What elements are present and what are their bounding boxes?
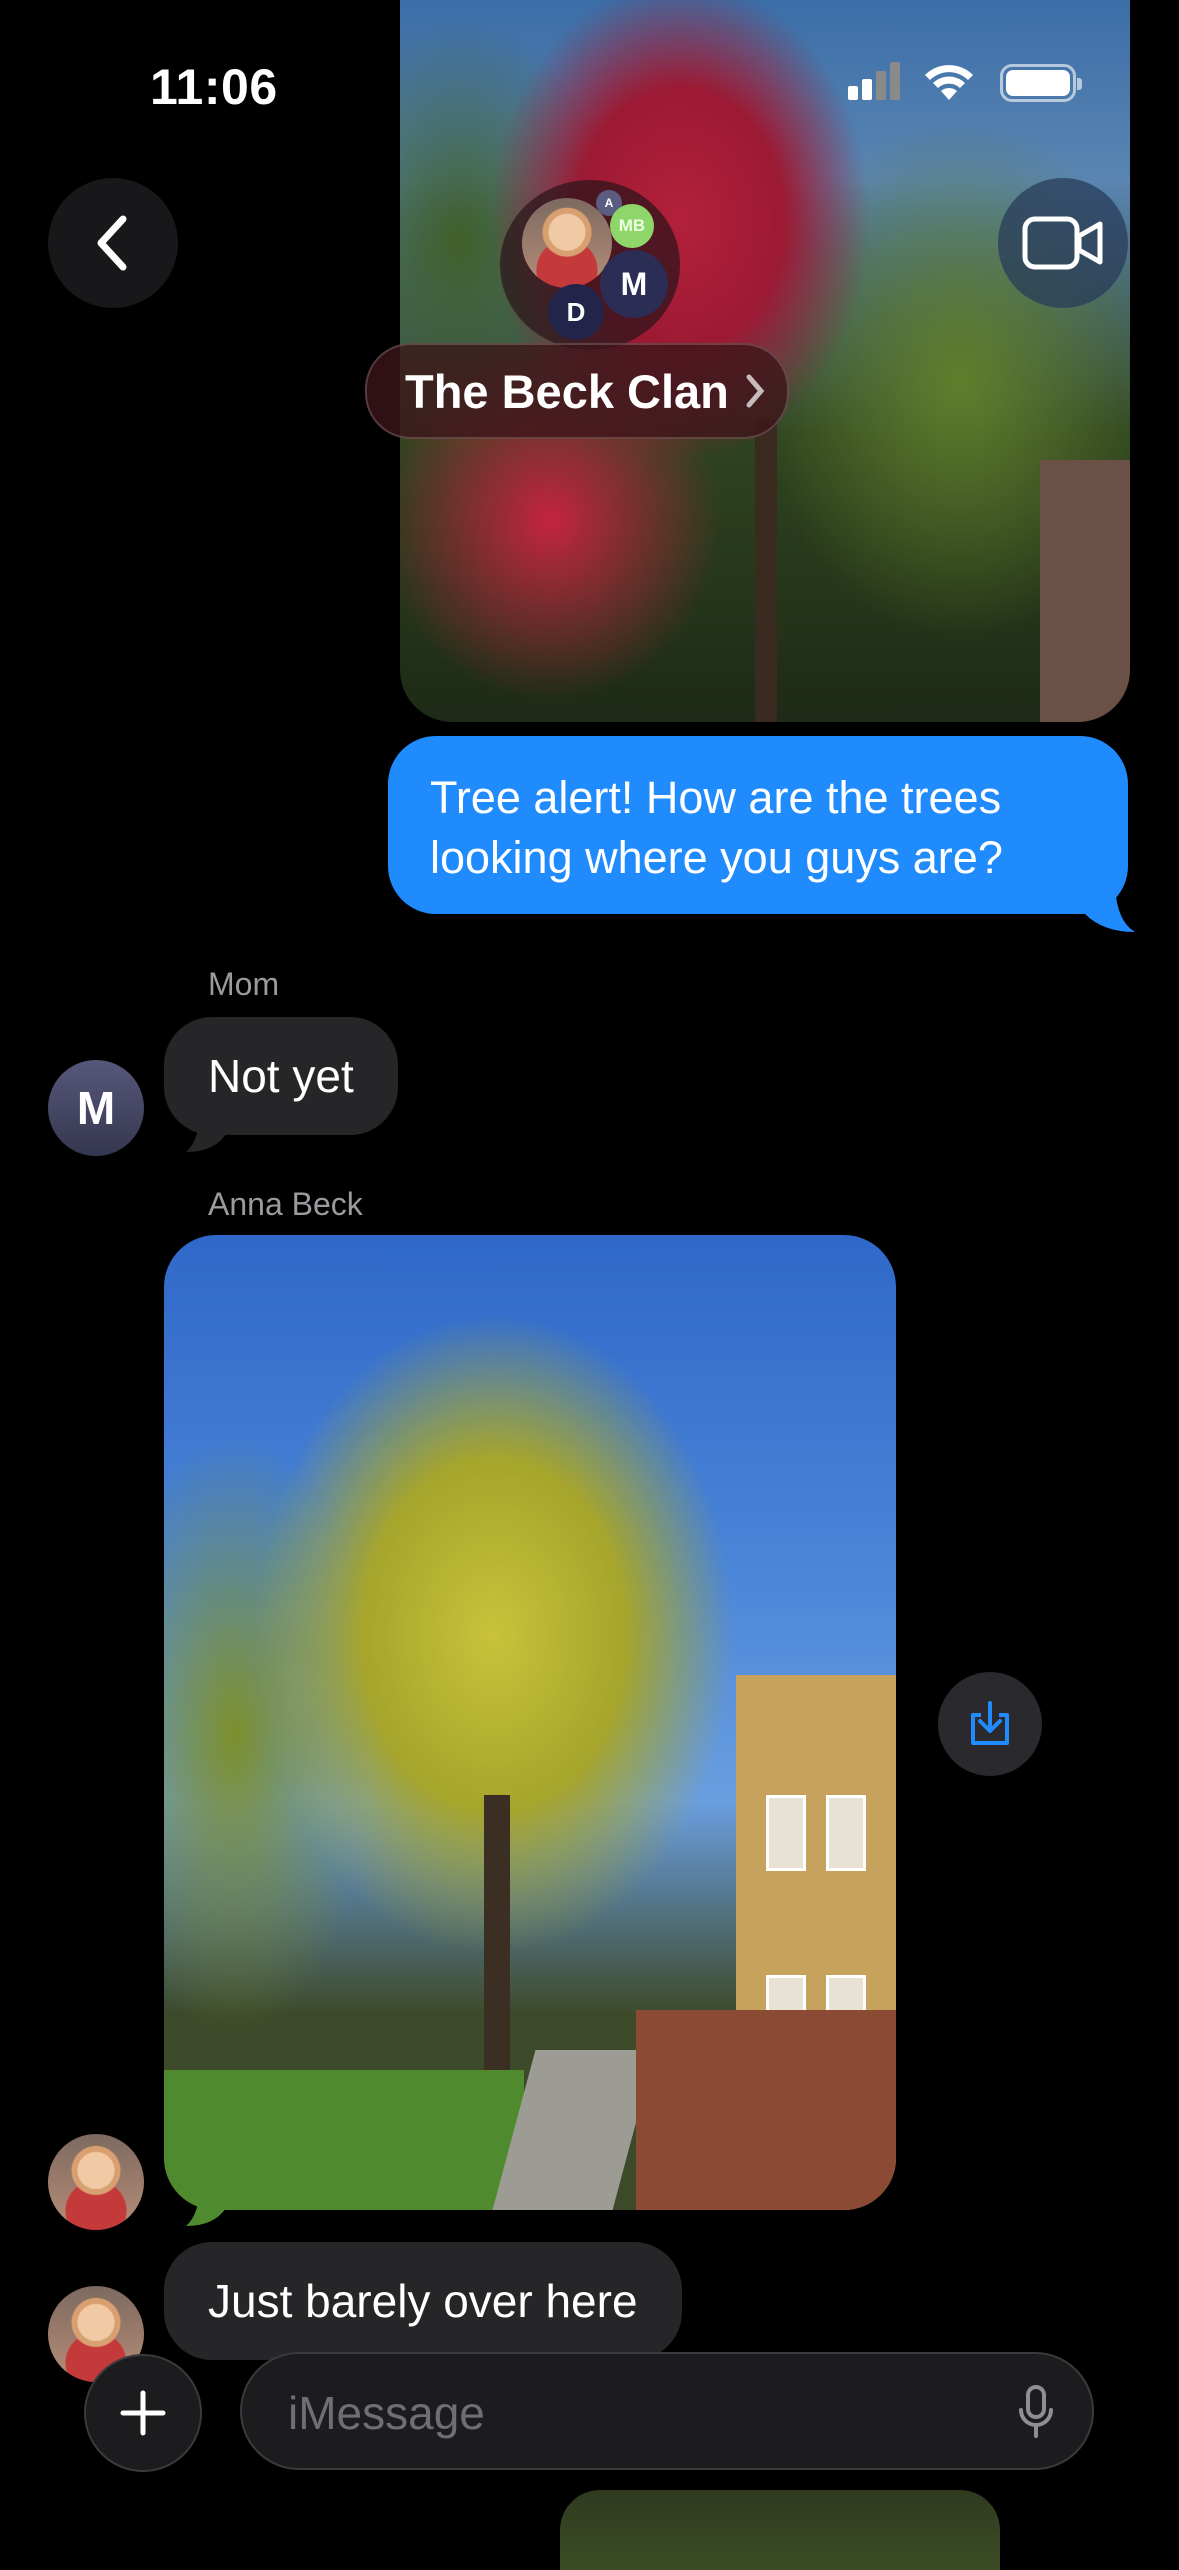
chevron-right-icon xyxy=(746,374,765,408)
group-avatar-d: D xyxy=(548,284,604,340)
video-camera-icon xyxy=(1022,216,1103,270)
bubble-tail xyxy=(186,2182,226,2226)
status-time: 11:06 xyxy=(150,59,278,115)
wifi-icon xyxy=(925,65,973,100)
outgoing-message-bubble[interactable]: Tree alert! How are the trees looking wh… xyxy=(388,736,1128,914)
battery-icon xyxy=(1000,64,1082,102)
photo-house xyxy=(1040,460,1130,722)
sender-name-anna: Anna Beck xyxy=(208,1186,363,1222)
microphone-icon[interactable] xyxy=(1018,2384,1054,2440)
signal-icon xyxy=(848,62,900,100)
back-chevron-icon xyxy=(97,215,127,271)
incoming-photo-yellow-tree[interactable] xyxy=(164,1235,896,2210)
photo-tree-trunk xyxy=(484,1795,510,2095)
group-name-pill[interactable]: The Beck Clan xyxy=(365,343,789,439)
avatar-mom[interactable]: M xyxy=(48,1060,144,1156)
group-avatar-m: M xyxy=(600,250,668,318)
back-button[interactable] xyxy=(48,178,178,308)
bubble-tail xyxy=(186,1108,226,1152)
message-input[interactable]: iMessage xyxy=(240,2352,1094,2470)
video-call-button[interactable] xyxy=(998,178,1128,308)
bubble-tail xyxy=(1085,880,1135,932)
sender-name-mom: Mom xyxy=(208,966,280,1002)
message-line: Tree alert! How are the trees xyxy=(430,772,1002,823)
photo-tree-trunk xyxy=(755,420,777,722)
plus-icon xyxy=(120,2390,166,2436)
save-photo-button[interactable] xyxy=(938,1672,1042,1776)
group-avatar-cluster[interactable]: A MB M D xyxy=(500,180,680,350)
avatar-anna[interactable] xyxy=(48,2134,144,2230)
incoming-message-bubble[interactable]: Just barely over here xyxy=(164,2242,682,2360)
photo-fence xyxy=(636,2010,896,2210)
group-name: The Beck Clan xyxy=(405,364,729,418)
group-avatar-mb: MB xyxy=(610,204,654,248)
add-attachment-button[interactable] xyxy=(84,2354,202,2472)
next-photo-preview[interactable] xyxy=(560,2490,1000,2570)
message-line: looking where you guys are? xyxy=(430,832,1003,883)
message-input-placeholder: iMessage xyxy=(288,2387,485,2439)
save-icon xyxy=(971,1701,1009,1745)
